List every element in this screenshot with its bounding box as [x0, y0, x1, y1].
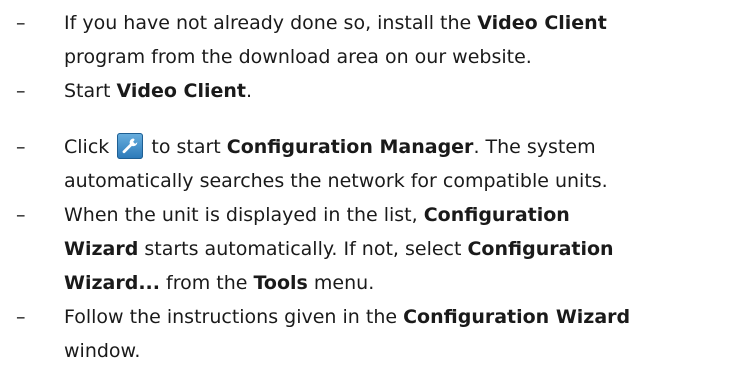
bold-term: Video Client: [116, 80, 246, 102]
step-text: Start Video Client.: [64, 74, 724, 108]
text-segment: menu.: [307, 272, 375, 294]
bullet-dash: –: [16, 136, 26, 158]
bullet-dash: –: [16, 80, 26, 102]
text-segment: If you have not already done so, install…: [64, 12, 478, 34]
text-segment: Follow the instructions given in the: [64, 306, 404, 328]
bold-term: Wizard...: [64, 272, 160, 294]
text-line: Start Video Client.: [64, 74, 724, 108]
text-segment: Click: [64, 136, 116, 158]
bold-term: Configuration Manager: [226, 136, 474, 158]
bold-term: Configuration Wizard: [403, 306, 631, 328]
text-line: Click to start Configuration Manager. Th…: [64, 130, 724, 164]
text-segment: . The system: [473, 136, 596, 158]
bold-term: Configuration: [423, 204, 570, 226]
bold-term: Wizard: [64, 238, 139, 260]
wrench-icon: [117, 133, 144, 159]
text-line: When the unit is displayed in the list, …: [64, 198, 724, 232]
text-segment: program from the download area on our we…: [64, 46, 532, 68]
bullet-dash: –: [16, 306, 26, 328]
bullet-dash: –: [16, 12, 26, 34]
text-line: Follow the instructions given in the Con…: [64, 300, 724, 334]
text-segment: When the unit is displayed in the list,: [64, 204, 424, 226]
text-line: window.: [64, 334, 724, 368]
step-text: If you have not already done so, install…: [64, 6, 724, 74]
text-segment: window.: [64, 340, 141, 362]
text-line: program from the download area on our we…: [64, 40, 724, 74]
bold-term: Tools: [253, 272, 308, 294]
text-segment: to start: [145, 136, 227, 158]
step-text: Follow the instructions given in the Con…: [64, 300, 724, 368]
step-text: Click to start Configuration Manager. Th…: [64, 130, 724, 198]
step-text: When the unit is displayed in the list, …: [64, 198, 724, 300]
text-segment: Start: [64, 80, 117, 102]
text-line: Wizard... from the Tools menu.: [64, 266, 724, 300]
text-segment: from the: [159, 272, 254, 294]
text-line: If you have not already done so, install…: [64, 6, 724, 40]
bullet-dash: –: [16, 204, 26, 226]
text-line: automatically searches the network for c…: [64, 164, 724, 198]
text-segment: starts automatically. If not, select: [138, 238, 468, 260]
text-segment: automatically searches the network for c…: [64, 170, 608, 192]
bold-term: Video Client: [477, 12, 607, 34]
text-line: Wizard starts automatically. If not, sel…: [64, 232, 724, 266]
text-segment: .: [245, 80, 253, 102]
bold-term: Configuration: [467, 238, 614, 260]
